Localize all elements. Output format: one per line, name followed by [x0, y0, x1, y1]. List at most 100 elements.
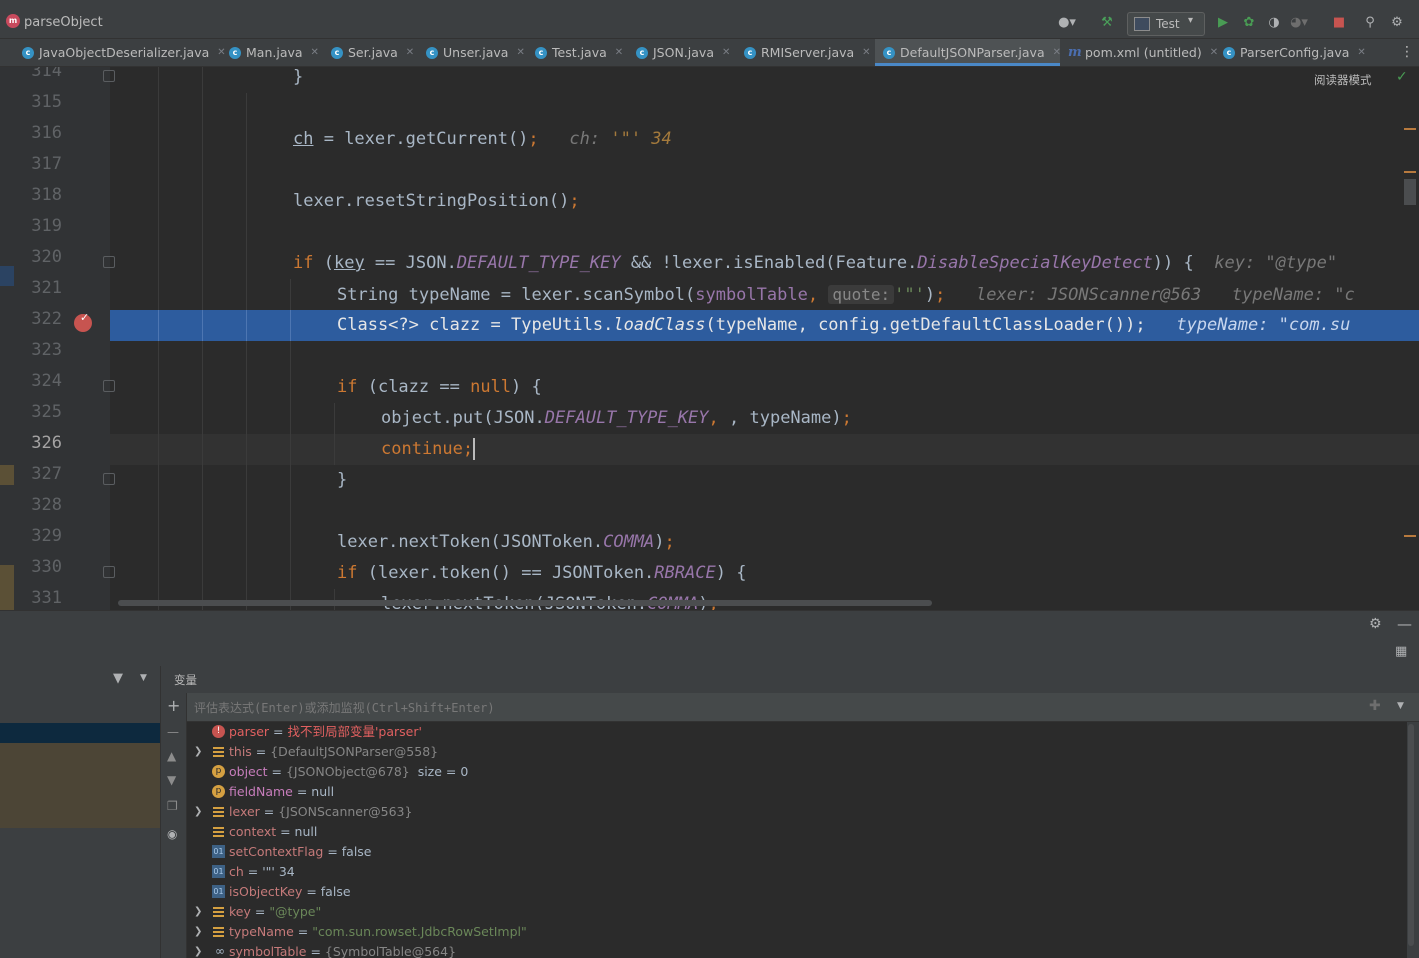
- add-watch-icon[interactable]: ✚: [1369, 698, 1381, 714]
- code-token: )) {: [1152, 253, 1194, 273]
- tab-label: ParserConfig.java: [1240, 45, 1350, 60]
- close-icon[interactable]: ✕: [1210, 47, 1218, 58]
- tab-ser[interactable]: c Ser.java ✕: [331, 39, 419, 66]
- variable-row[interactable]: ❯ typeName = "com.sun.rowset.JdbcRowSetIm…: [187, 922, 1387, 942]
- code-editor[interactable]: 314 315 316 317 318 319 320 321 322 323 …: [0, 67, 1419, 610]
- code-line: }: [110, 67, 1419, 93]
- variable-name: fieldName: [229, 784, 293, 799]
- remove-icon[interactable]: —: [167, 725, 179, 739]
- variable-row[interactable]: 01 isObjectKey = false: [187, 882, 1387, 902]
- tab-javaobjectdeserializer[interactable]: c JavaObjectDeserializer.java ✕: [22, 39, 226, 66]
- tab-parserconfig[interactable]: c ParserConfig.java ✕: [1223, 39, 1366, 66]
- frame-item[interactable]: [0, 743, 160, 828]
- variable-row[interactable]: ❯ ∞ symbolTable = {SymbolTable@564}: [187, 942, 1387, 958]
- code-token: if: [337, 377, 358, 397]
- line-number: 316: [31, 123, 62, 143]
- variable-equals: =: [243, 864, 263, 879]
- gear-icon[interactable]: ⚙: [1388, 14, 1406, 32]
- frames-panel: ▼ ▼: [0, 666, 161, 958]
- evaluate-expression-input[interactable]: 评估表达式(Enter)或添加监视(Ctrl+Shift+Enter) ✚ ▼: [187, 693, 1419, 722]
- debug-bug-icon[interactable]: ✿: [1240, 14, 1258, 32]
- line-number: 331: [31, 588, 62, 608]
- editor-tab-bar: c JavaObjectDeserializer.java ✕ c Man.java ✕…: [0, 39, 1419, 67]
- close-icon[interactable]: ✕: [217, 47, 225, 58]
- code-line: if (clazz == null) {: [110, 372, 1419, 403]
- reader-mode-button[interactable]: 阅读器模式: [1314, 72, 1372, 88]
- code-token: COMMA: [603, 532, 655, 552]
- chevron-right-icon[interactable]: ❯: [194, 802, 202, 822]
- close-icon[interactable]: ✕: [1357, 47, 1365, 58]
- move-down-icon[interactable]: ▼: [167, 773, 176, 787]
- chevron-right-icon[interactable]: ❯: [194, 922, 202, 942]
- tab-rmiserver[interactable]: c RMIServer.java ✕: [744, 39, 871, 66]
- tab-defaultjsonparser[interactable]: c DefaultJSONParser.java ✕: [875, 39, 1061, 66]
- watch-icon: ∞: [215, 944, 225, 958]
- variable-row[interactable]: 01 ch = '"' 34: [187, 862, 1387, 882]
- variable-text: parser = 找不到局部变量'parser': [229, 722, 422, 742]
- move-up-icon[interactable]: ▲: [167, 749, 176, 763]
- variable-row[interactable]: ! parser = 找不到局部变量'parser': [187, 722, 1387, 742]
- close-icon[interactable]: ✕: [311, 47, 319, 58]
- frame-item-selected[interactable]: [0, 723, 160, 743]
- inline-debug-hint: ch:: [569, 129, 611, 149]
- horizontal-scrollbar[interactable]: [118, 600, 932, 606]
- chevron-right-icon[interactable]: ❯: [194, 742, 202, 762]
- tab-pom[interactable]: m pom.xml (untitled) ✕: [1068, 39, 1218, 66]
- primitive-icon: 01: [212, 865, 225, 878]
- breadcrumb-method[interactable]: parseObject: [24, 15, 103, 30]
- stop-icon[interactable]: ■: [1330, 14, 1348, 32]
- chevron-down-icon[interactable]: ▼: [1397, 701, 1404, 711]
- code-token: null: [470, 377, 512, 397]
- close-icon[interactable]: ✕: [1053, 47, 1061, 58]
- chevron-down-icon[interactable]: ▼: [140, 673, 147, 683]
- editor-scrollbar-thumb[interactable]: [1404, 179, 1416, 205]
- tab-man[interactable]: c Man.java ✕: [229, 39, 323, 66]
- chevron-right-icon[interactable]: ❯: [194, 942, 202, 958]
- variables-tab-title[interactable]: 变量: [174, 672, 197, 688]
- tab-label: DefaultJSONParser.java: [900, 45, 1045, 60]
- variable-row[interactable]: ❯ key = "@type": [187, 902, 1387, 922]
- tab-label: Unser.java: [443, 45, 509, 60]
- tab-test[interactable]: c Test.java ✕: [535, 39, 630, 66]
- close-icon[interactable]: ✕: [406, 47, 414, 58]
- close-icon[interactable]: ✕: [722, 47, 730, 58]
- user-icon[interactable]: ●▾: [1058, 14, 1076, 32]
- variable-row[interactable]: ❯ this = {DefaultJSONParser@558}: [187, 742, 1387, 762]
- variable-row[interactable]: p fieldName = null: [187, 782, 1387, 802]
- coverage-icon[interactable]: ◑: [1265, 14, 1283, 32]
- tab-overflow-menu-icon[interactable]: ⋮: [1400, 44, 1414, 60]
- search-icon[interactable]: ⚲: [1361, 14, 1379, 32]
- variable-value: '"' 34: [262, 864, 295, 879]
- copy-icon[interactable]: ❐: [167, 799, 178, 813]
- minimize-icon[interactable]: —: [1397, 615, 1412, 633]
- error-stripe-mark[interactable]: [1404, 535, 1416, 537]
- inspection-ok-icon[interactable]: ✓: [1396, 69, 1408, 85]
- error-stripe-mark[interactable]: [1404, 128, 1416, 130]
- run-icon[interactable]: ▶: [1214, 14, 1232, 32]
- layout-settings-icon[interactable]: ▦: [1395, 644, 1407, 659]
- variable-row[interactable]: ❯ lexer = {JSONScanner@563}: [187, 802, 1387, 822]
- eye-icon[interactable]: ◉: [167, 827, 177, 841]
- variable-row[interactable]: context = null: [187, 822, 1387, 842]
- close-icon[interactable]: ✕: [862, 47, 870, 58]
- close-icon[interactable]: ✕: [516, 47, 524, 58]
- add-watch-icon[interactable]: +: [167, 696, 180, 715]
- profile-icon[interactable]: ◕▾: [1290, 14, 1308, 32]
- gear-icon[interactable]: ⚙: [1369, 616, 1382, 632]
- tab-unser[interactable]: c Unser.java ✕: [426, 39, 526, 66]
- filter-icon[interactable]: ▼: [113, 671, 123, 686]
- scrollbar-thumb[interactable]: [1408, 724, 1414, 946]
- tab-label: Man.java: [246, 45, 303, 60]
- variable-row[interactable]: p object = {JSONObject@678} size = 0: [187, 762, 1387, 782]
- error-stripe-mark[interactable]: [1404, 171, 1416, 173]
- run-configuration-select[interactable]: Test ▾: [1127, 12, 1205, 36]
- vertical-scrollbar[interactable]: [1407, 722, 1415, 952]
- build-hammer-icon[interactable]: ⚒: [1098, 14, 1116, 32]
- chevron-right-icon[interactable]: ❯: [194, 902, 202, 922]
- primitive-icon: 01: [212, 845, 225, 858]
- variable-row[interactable]: 01 setContextFlag = false: [187, 842, 1387, 862]
- variable-name: context: [229, 824, 277, 839]
- field-icon: [212, 805, 225, 818]
- close-icon[interactable]: ✕: [615, 47, 623, 58]
- tab-json[interactable]: c JSON.java ✕: [636, 39, 738, 66]
